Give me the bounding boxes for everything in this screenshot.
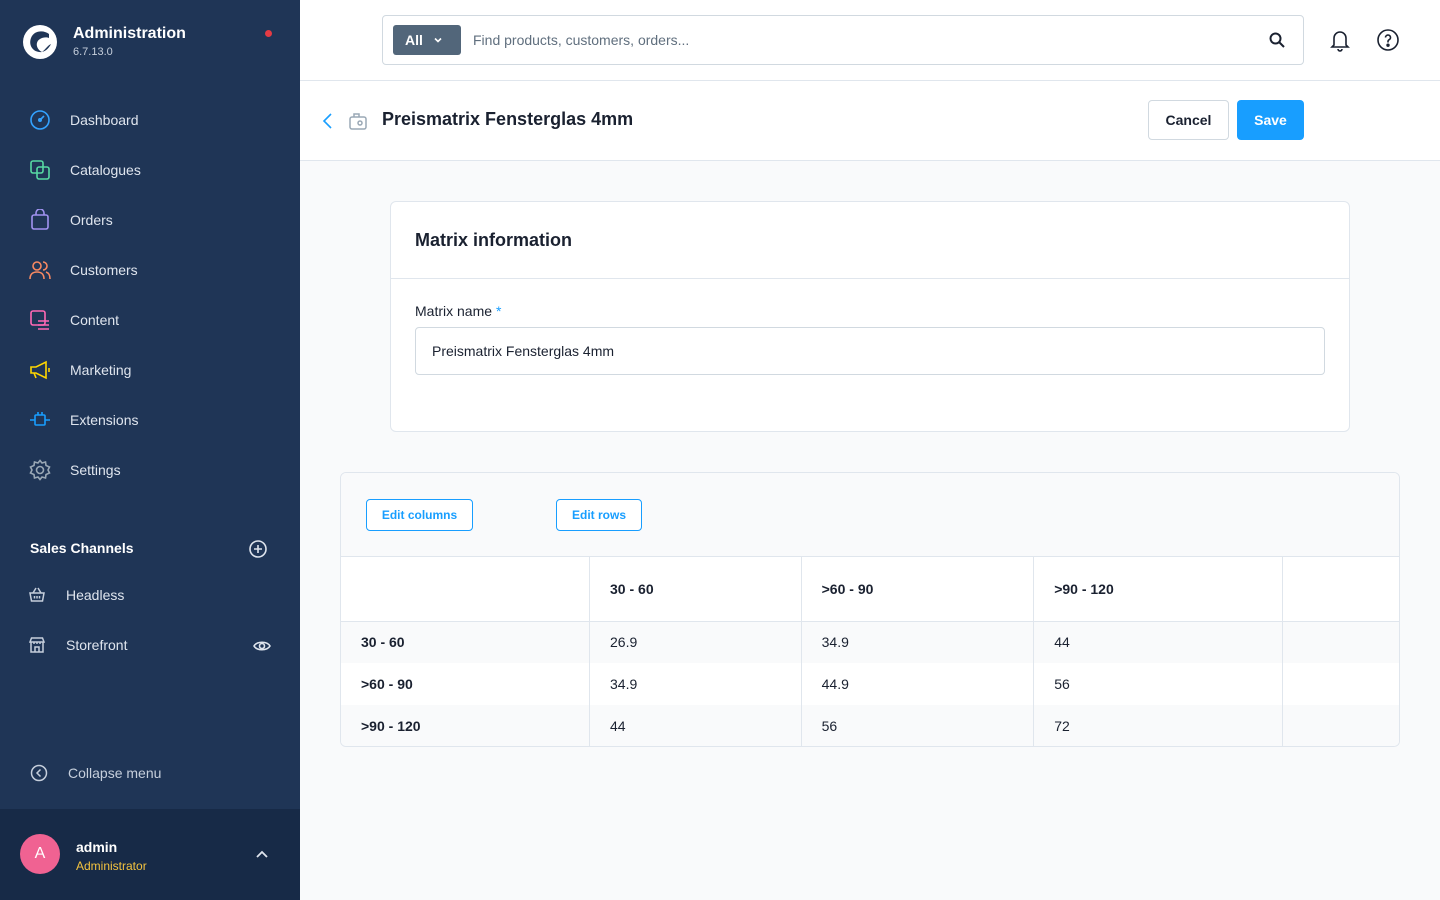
nav-item-settings[interactable]: Settings xyxy=(0,445,300,495)
nav-label: Marketing xyxy=(70,362,132,378)
price-cell[interactable]: 56 xyxy=(801,705,1035,746)
marketing-icon xyxy=(29,359,51,381)
bell-icon[interactable] xyxy=(1328,28,1352,52)
search-icon[interactable] xyxy=(1268,31,1286,49)
column-header: >90 - 120 xyxy=(1033,557,1283,622)
notification-dot xyxy=(265,30,272,37)
cancel-button[interactable]: Cancel xyxy=(1148,100,1229,140)
nav-item-customers[interactable]: Customers xyxy=(0,245,300,295)
orders-icon xyxy=(29,209,51,231)
chevron-up-icon[interactable] xyxy=(254,847,270,863)
card-header: Matrix information xyxy=(391,202,1349,279)
search-input[interactable] xyxy=(473,28,1253,52)
table-header-row: 30 - 60 >60 - 90 >90 - 120 xyxy=(341,557,1399,622)
field-label-text: Matrix name xyxy=(415,303,493,319)
price-cell[interactable]: 44 xyxy=(1033,621,1283,663)
page-title: Preismatrix Fensterglas 4mm xyxy=(382,109,634,129)
row-header: 30 - 60 xyxy=(341,621,591,663)
price-matrix: Edit columns Edit rows 30 - 60 >60 - 90 … xyxy=(340,472,1400,747)
table-row: >90 - 120 44 56 72 xyxy=(341,705,1399,746)
search-type-label: All xyxy=(405,32,423,48)
main-nav: Dashboard Catalogues Orders Customers Co… xyxy=(0,95,300,495)
price-cell[interactable]: 34.9 xyxy=(801,621,1035,663)
eye-icon[interactable] xyxy=(252,636,272,656)
column-header: 30 - 60 xyxy=(589,557,802,622)
nav-item-orders[interactable]: Orders xyxy=(0,195,300,245)
edit-rows-button[interactable]: Edit rows xyxy=(556,499,642,531)
corner-cell xyxy=(341,557,591,622)
nav-label: Content xyxy=(70,312,120,328)
sales-channel-storefront[interactable]: Storefront xyxy=(28,630,278,660)
matrix-name-label: Matrix name * xyxy=(415,303,501,319)
nav-item-catalogues[interactable]: Catalogues xyxy=(0,145,300,195)
row-header: >60 - 90 xyxy=(341,663,591,705)
empty-cell xyxy=(1282,705,1399,746)
settings-icon xyxy=(29,459,51,481)
save-button[interactable]: Save xyxy=(1237,100,1304,140)
shopware-logo-icon xyxy=(23,25,57,59)
user-menu[interactable]: A admin Administrator xyxy=(0,809,300,900)
table-row: 30 - 60 26.9 34.9 44 xyxy=(341,621,1399,663)
table-row: >60 - 90 34.9 44.9 56 xyxy=(341,663,1399,705)
empty-cell xyxy=(1282,621,1399,663)
nav-item-extensions[interactable]: Extensions xyxy=(0,395,300,445)
sidebar: Administration 6.7.13.0 Dashboard Catalo… xyxy=(0,0,300,900)
smart-bar: Preismatrix Fensterglas 4mm Cancel Save xyxy=(300,81,1440,161)
price-cell[interactable]: 44 xyxy=(589,705,802,746)
catalogue-icon xyxy=(29,159,51,181)
price-cell[interactable]: 56 xyxy=(1033,663,1283,705)
sales-channels-title: Sales Channels xyxy=(30,540,134,556)
empty-column xyxy=(1282,557,1399,622)
user-name: admin xyxy=(76,839,118,855)
sales-channel-label: Storefront xyxy=(66,637,128,653)
extensions-icon xyxy=(29,409,51,431)
required-mark: * xyxy=(496,303,502,319)
price-cell[interactable]: 44.9 xyxy=(801,663,1035,705)
storefront-icon xyxy=(28,637,46,653)
avatar: A xyxy=(20,834,60,874)
nav-label: Settings xyxy=(70,462,121,478)
matrix-information-card: Matrix information Matrix name * xyxy=(390,201,1350,432)
row-header: >90 - 120 xyxy=(341,705,591,746)
settings-module-icon xyxy=(349,113,367,130)
column-header: >60 - 90 xyxy=(801,557,1035,622)
brand-title: Administration xyxy=(73,25,186,42)
search-type-select[interactable]: All xyxy=(393,25,461,55)
nav-item-marketing[interactable]: Marketing xyxy=(0,345,300,395)
nav-label: Catalogues xyxy=(70,162,141,178)
nav-label: Customers xyxy=(70,262,138,278)
basket-icon xyxy=(29,587,45,602)
nav-label: Dashboard xyxy=(70,112,139,128)
edit-columns-button[interactable]: Edit columns xyxy=(366,499,473,531)
matrix-toolbar: Edit columns Edit rows xyxy=(341,473,1399,557)
matrix-table: 30 - 60 >60 - 90 >90 - 120 30 - 60 26.9 … xyxy=(341,557,1399,746)
sales-channel-label: Headless xyxy=(66,587,125,603)
help-icon[interactable] xyxy=(1376,28,1400,52)
sales-channel-headless[interactable]: Headless xyxy=(28,580,278,610)
chevron-down-icon xyxy=(434,37,442,43)
brand-version: 6.7.13.0 xyxy=(73,46,113,58)
empty-cell xyxy=(1282,663,1399,705)
dashboard-icon xyxy=(29,109,51,131)
nav-label: Orders xyxy=(70,212,113,228)
nav-item-content[interactable]: Content xyxy=(0,295,300,345)
customers-icon xyxy=(29,259,51,281)
price-cell[interactable]: 26.9 xyxy=(589,621,802,663)
collapse-menu-label: Collapse menu xyxy=(68,765,162,781)
nav-item-dashboard[interactable]: Dashboard xyxy=(0,95,300,145)
content-icon xyxy=(29,309,51,331)
brand[interactable]: Administration 6.7.13.0 xyxy=(22,24,186,60)
collapse-menu[interactable]: Collapse menu xyxy=(30,764,161,782)
price-cell[interactable]: 72 xyxy=(1033,705,1283,746)
global-search: All xyxy=(382,15,1304,65)
nav-label: Extensions xyxy=(70,412,139,428)
price-cell[interactable]: 34.9 xyxy=(589,663,802,705)
matrix-name-input[interactable] xyxy=(415,327,1325,375)
card-title: Matrix information xyxy=(415,229,573,250)
top-bar: All xyxy=(300,0,1440,81)
back-icon[interactable] xyxy=(320,111,336,131)
user-role: Administrator xyxy=(76,859,147,873)
add-sales-channel-icon[interactable] xyxy=(248,539,268,559)
collapse-icon xyxy=(30,764,48,782)
